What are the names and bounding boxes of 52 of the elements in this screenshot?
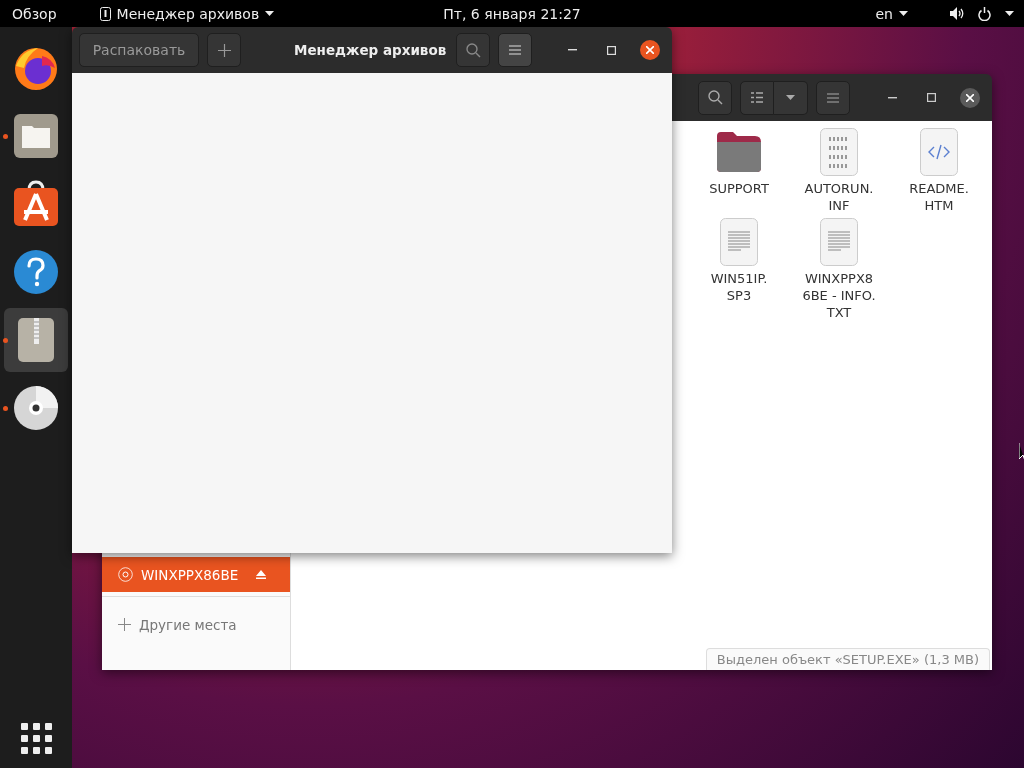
cursor-icon	[1019, 443, 1024, 461]
activities-button[interactable]: Обзор	[12, 5, 57, 22]
folder-icon	[12, 112, 60, 160]
view-button[interactable]	[740, 80, 774, 115]
sidebar-item[interactable]: Другие места	[102, 607, 290, 642]
search-button[interactable]	[456, 33, 490, 67]
search-icon	[465, 42, 481, 58]
caret-icon	[265, 10, 275, 17]
maximize-icon	[926, 93, 936, 102]
app-grid-icon[interactable]	[20, 723, 52, 754]
disc-icon	[12, 384, 60, 432]
file-item[interactable]: README. HTM	[889, 128, 989, 214]
file-item[interactable]: WINXPPX8 6BE - INFO. TXT	[789, 218, 889, 321]
sidebar-item[interactable]: WINXPPX86BE	[102, 557, 290, 592]
list-icon	[751, 92, 763, 103]
shopping-bag-icon	[12, 180, 60, 228]
disc-icon	[118, 567, 133, 582]
language-menu[interactable]: en	[875, 5, 908, 22]
file-item[interactable]: SUPPORT	[689, 128, 789, 214]
view-options-button[interactable]	[774, 80, 808, 115]
minimize-icon	[567, 49, 577, 51]
plus-icon	[118, 618, 131, 631]
close-icon	[646, 46, 654, 54]
plus-icon	[217, 43, 231, 57]
search-button[interactable]	[698, 80, 732, 115]
window-title: Менеджер архивов	[294, 42, 447, 58]
close-icon	[966, 93, 974, 102]
add-button[interactable]	[207, 33, 241, 67]
help-icon	[12, 248, 60, 296]
dock-item[interactable]	[4, 308, 68, 372]
search-icon	[707, 90, 723, 105]
menu-button[interactable]	[498, 33, 532, 67]
maximize-icon	[606, 45, 616, 55]
clock[interactable]: Пт, 6 января 21:27	[443, 5, 581, 22]
power-icon[interactable]	[978, 6, 991, 21]
minimize-icon	[887, 96, 897, 99]
caret-icon	[786, 94, 795, 101]
app-icon	[99, 6, 111, 21]
caret-icon	[1005, 10, 1014, 17]
menu-icon	[827, 92, 839, 103]
file-item[interactable]: WIN51IP. SP3	[689, 218, 789, 321]
menu-button[interactable]	[816, 80, 850, 115]
file-item[interactable]: AUTORUN. INF	[789, 128, 889, 214]
eject-icon[interactable]	[256, 570, 266, 579]
app-menu[interactable]: Менеджер архивов	[99, 5, 275, 22]
close-button[interactable]	[640, 40, 660, 60]
status-label: Выделен объект «SETUP.EXE» (1,3 MB)	[705, 648, 990, 670]
caret-icon	[899, 10, 908, 17]
extract-button[interactable]: Распаковать	[79, 33, 199, 67]
close-button[interactable]	[960, 87, 980, 108]
menu-icon	[509, 45, 521, 55]
speaker-icon[interactable]	[950, 7, 964, 20]
